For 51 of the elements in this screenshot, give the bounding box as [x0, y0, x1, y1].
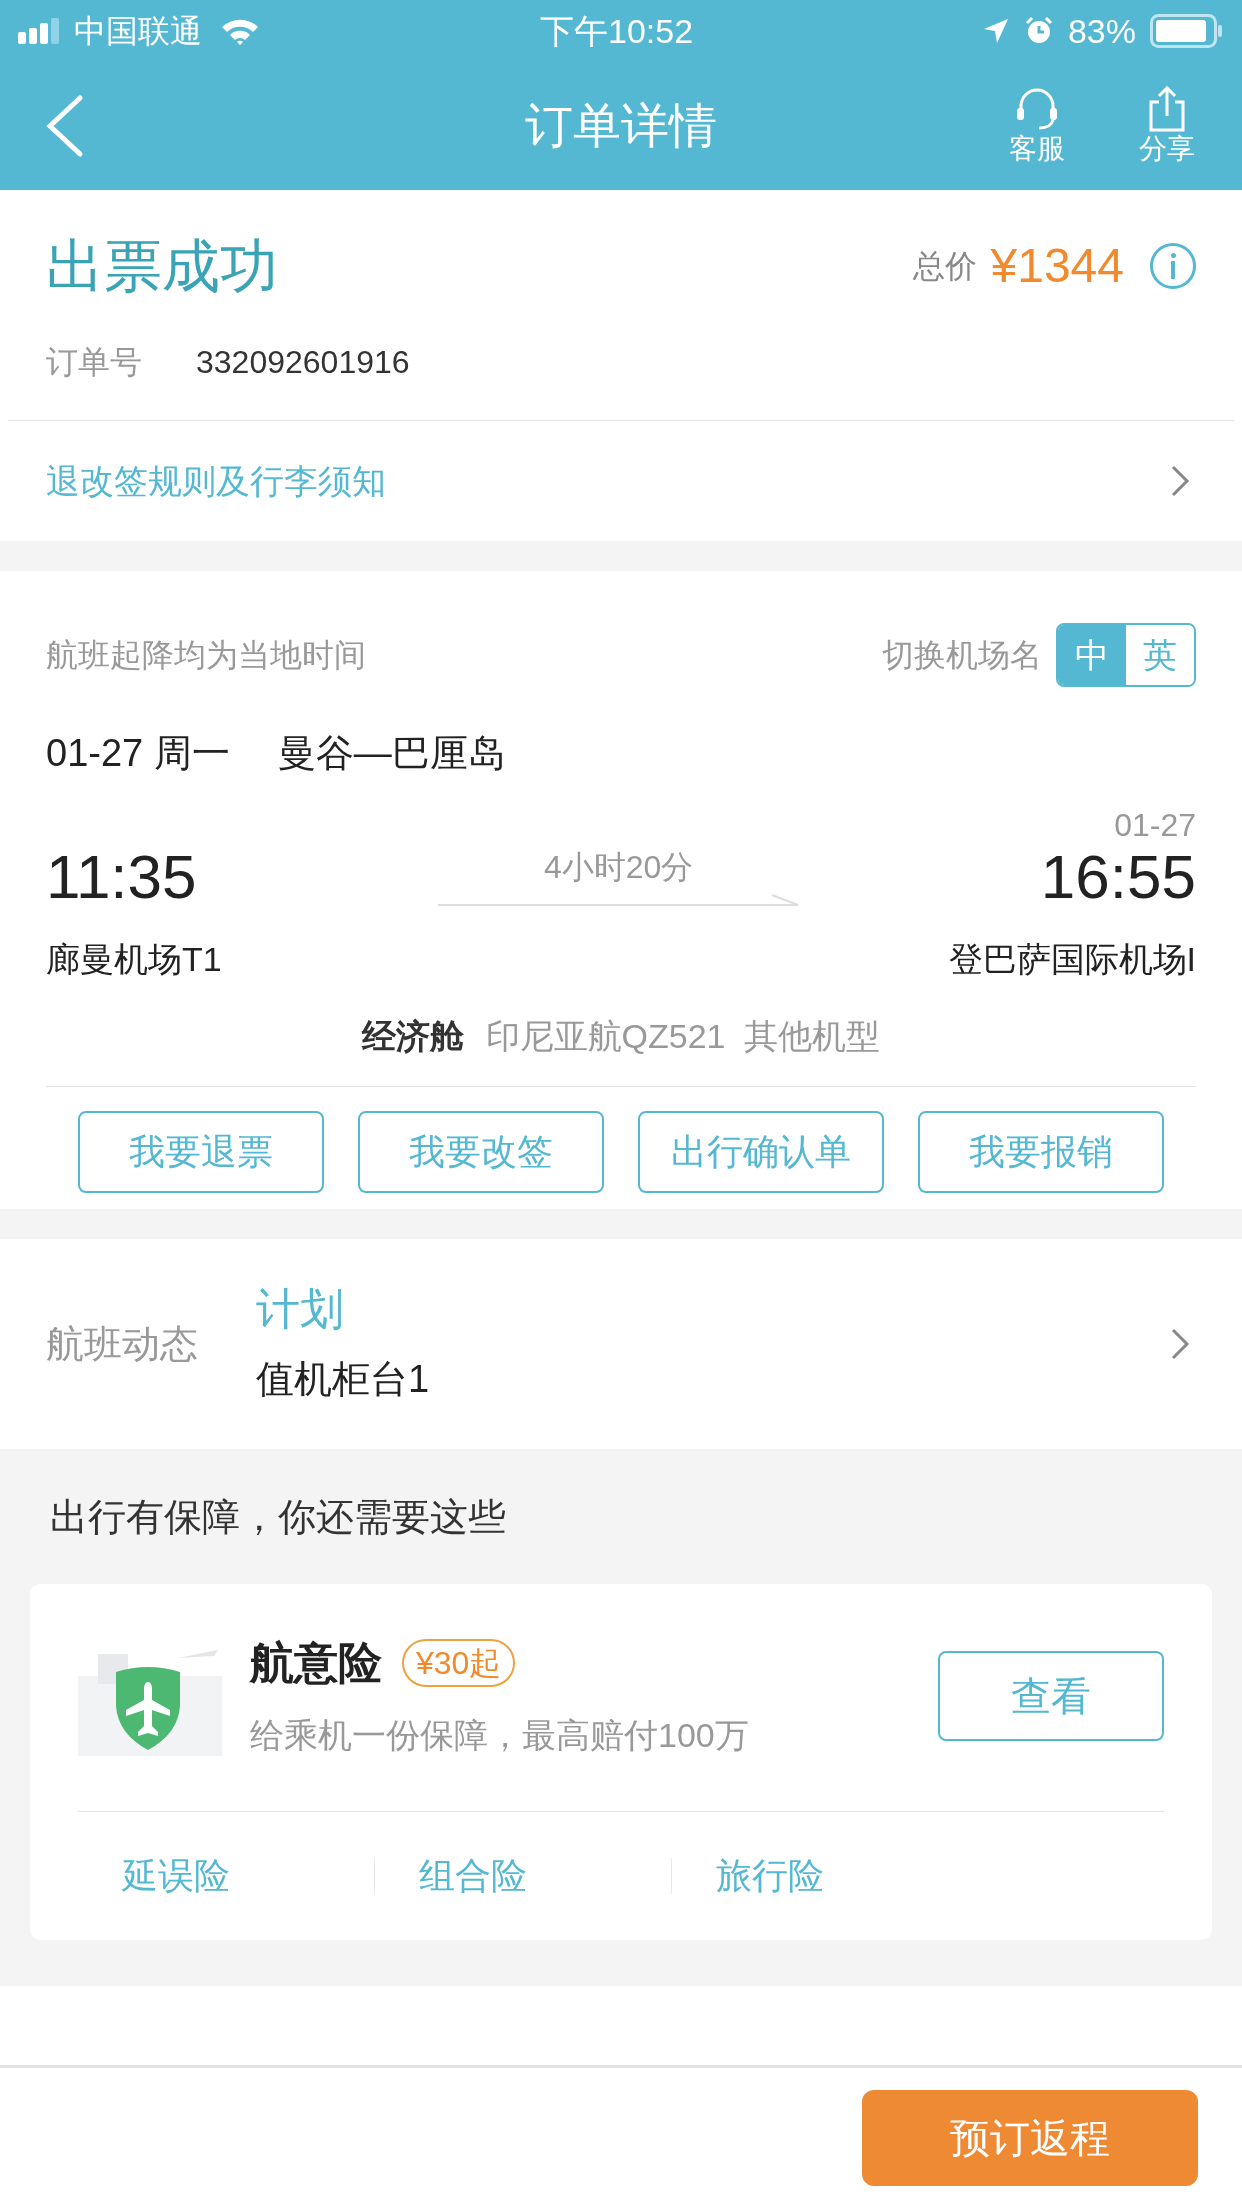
arrival-airport: 登巴萨国际机场I [948, 939, 1196, 980]
flight-info: 印尼亚航QZ521 其他机型 [485, 1016, 881, 1057]
flight-date: 01-27 周一 [46, 731, 230, 776]
action-button[interactable]: 我要报销 [918, 1111, 1164, 1193]
price-label: 总价 [912, 247, 977, 286]
insurance-link[interactable]: 旅行险 [672, 1849, 968, 1903]
insurance-description: 给乘机一份保障，最高赔付100万 [250, 1715, 749, 1756]
cabin-class: 经济舱 [361, 1016, 464, 1057]
rules-link[interactable]: 退改签规则及行李须知 [0, 421, 1242, 541]
flight-route: 曼谷—巴厘岛 [277, 731, 506, 776]
action-button[interactable]: 我要退票 [78, 1111, 324, 1193]
total-price: ¥1344 [990, 238, 1124, 294]
flight-duration: 4小时20分 [544, 848, 694, 887]
back-button[interactable] [44, 94, 84, 158]
action-button[interactable]: 出行确认单 [638, 1111, 884, 1193]
chevron-right-icon [1170, 464, 1190, 498]
chevron-right-icon [1170, 1327, 1190, 1361]
customer-service-button[interactable]: 客服 [992, 86, 1082, 166]
insurance-title: 航意险 [250, 1637, 382, 1689]
share-button[interactable]: 分享 [1122, 86, 1212, 166]
battery-percent: 83% [1067, 10, 1136, 52]
arrival-date: 01-27 [1114, 806, 1196, 844]
insurance-link[interactable]: 组合险 [375, 1849, 671, 1903]
insurance-link[interactable]: 延误险 [78, 1849, 374, 1903]
order-number-label: 订单号 [46, 343, 143, 382]
arrival-time: 16:55 [1040, 844, 1196, 910]
book-return-button[interactable]: 预订返程 [862, 2090, 1198, 2186]
check-in-counter: 值机柜台1 [256, 1356, 430, 1402]
back-icon [44, 94, 84, 158]
signal-icon [18, 18, 62, 44]
airport-name-switch-label: 切换机场名 [882, 636, 1042, 675]
departure-airport: 廊曼机场T1 [46, 939, 222, 980]
insurance-heading: 出行有保障，你还需要这些 [49, 1495, 507, 1540]
departure-time: 11:35 [46, 844, 197, 910]
wifi-icon [220, 17, 260, 45]
price-tag: ¥30起 [402, 1639, 516, 1687]
local-time-note: 航班起降均为当地时间 [46, 636, 366, 675]
alarm-clock-icon [1023, 16, 1054, 46]
view-button[interactable]: 查看 [938, 1650, 1164, 1741]
flight-status-row[interactable]: 航班动态 计划 值机柜台1 [0, 1239, 1242, 1449]
page-title: 订单详情 [524, 98, 718, 154]
order-number: 332092601916 [196, 343, 410, 382]
battery-icon [1150, 14, 1224, 48]
ticket-status: 出票成功 [46, 232, 278, 300]
info-icon[interactable] [1150, 243, 1196, 289]
flight-status-label: 航班动态 [46, 1321, 199, 1367]
language-toggle[interactable]: 中 [1058, 625, 1126, 685]
carrier-name: 中国联通 [74, 12, 202, 51]
flight-status: 计划 [256, 1282, 345, 1335]
action-button[interactable]: 我要改签 [358, 1111, 604, 1193]
clock-time: 下午10:52 [540, 10, 694, 52]
